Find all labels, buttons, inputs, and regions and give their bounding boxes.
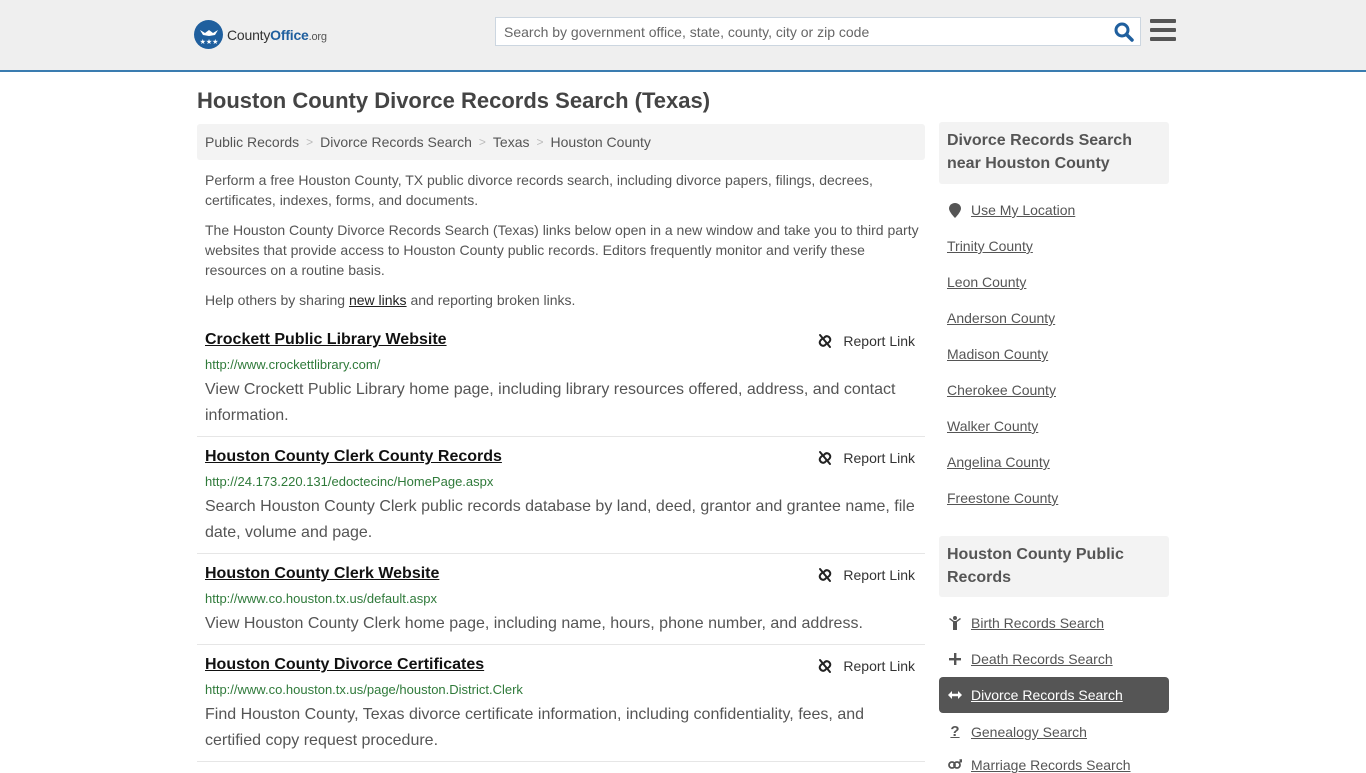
map-pin-icon (947, 202, 963, 218)
intro-paragraph-1: Perform a free Houston County, TX public… (205, 172, 873, 208)
search-icon (1114, 22, 1134, 42)
new-links-link[interactable]: new links (349, 292, 407, 308)
result-url: http://24.173.220.131/edoctecinc/HomePag… (205, 474, 494, 489)
logo-wordmark: CountyOffice.org (227, 26, 327, 43)
sidebar-item-divorce-records[interactable]: Divorce Records Search (947, 687, 1123, 703)
result-title-link[interactable]: Crockett Public Library Website (205, 331, 447, 349)
nearby-county-link[interactable]: Leon County (947, 274, 1026, 290)
result-item: Crockett Public Library Website Report L… (197, 331, 925, 437)
sidebar-item-marriage-records[interactable]: Marriage Records Search (947, 757, 1131, 773)
nearby-county-link[interactable]: Angelina County (947, 454, 1050, 470)
question-icon: ? (950, 723, 960, 740)
result-item: Houston County Divorce Certificates Repo… (197, 656, 925, 762)
site-header: ★★★ CountyOffice.org (0, 0, 1366, 72)
result-title-link[interactable]: Houston County Clerk County Records (205, 448, 502, 466)
breadcrumb-texas[interactable]: Texas (493, 134, 530, 150)
report-link-button[interactable]: Report Link (817, 450, 915, 466)
breadcrumb-separator: > (306, 135, 314, 149)
result-url: http://www.crockettlibrary.com/ (205, 357, 381, 372)
sidebar-item-death-records[interactable]: Death Records Search (947, 651, 1113, 667)
site-logo[interactable]: ★★★ CountyOffice.org (194, 20, 327, 49)
result-description: View Crockett Public Library home page, … (205, 381, 896, 424)
page-title: Houston County Divorce Records Search (T… (197, 88, 711, 113)
report-link-button[interactable]: Report Link (817, 333, 915, 349)
broken-link-icon (819, 451, 832, 465)
report-link-button[interactable]: Report Link (817, 567, 915, 583)
hamburger-menu-icon (1150, 19, 1176, 23)
nearby-county-link[interactable]: Madison County (947, 346, 1048, 362)
nearby-county-link[interactable]: Freestone County (947, 490, 1058, 506)
result-description: Search Houston County Clerk public recor… (205, 498, 915, 541)
result-description: Find Houston County, Texas divorce certi… (205, 706, 865, 749)
report-link-button[interactable]: Report Link (817, 658, 915, 674)
search-input[interactable] (496, 18, 1096, 45)
search-button[interactable] (1114, 22, 1134, 42)
public-records-heading: Houston County Public Records (939, 536, 1169, 597)
sidebar-item-genealogy[interactable]: ? Genealogy Search (947, 723, 1087, 740)
breadcrumb-divorce-records-search[interactable]: Divorce Records Search (320, 134, 472, 150)
result-description: View Houston County Clerk home page, inc… (205, 615, 863, 632)
breadcrumb-separator: > (478, 135, 486, 149)
sidebar-item-birth-records[interactable]: Birth Records Search (947, 615, 1104, 631)
breadcrumb-houston-county[interactable]: Houston County (551, 134, 651, 150)
eagle-logo-icon: ★★★ (194, 20, 223, 49)
broken-link-icon (819, 334, 832, 348)
result-title-link[interactable]: Houston County Divorce Certificates (205, 656, 484, 674)
nearby-heading: Divorce Records Search near Houston Coun… (939, 122, 1169, 184)
cross-icon (947, 653, 963, 665)
nearby-county-link[interactable]: Trinity County (947, 238, 1033, 254)
svg-text:★★★: ★★★ (199, 38, 218, 46)
result-item: Houston County Clerk County Records Repo… (197, 448, 925, 554)
result-url: http://www.co.houston.tx.us/page/houston… (205, 682, 523, 697)
search-bar (495, 17, 1141, 46)
result-item: Houston County Clerk Website Report Link… (197, 565, 925, 645)
menu-button[interactable] (1150, 19, 1176, 43)
breadcrumb: Public Records > Divorce Records Search … (197, 124, 925, 160)
breadcrumb-separator: > (536, 135, 544, 149)
breadcrumb-public-records[interactable]: Public Records (205, 134, 299, 150)
child-icon (947, 616, 963, 630)
result-title-link[interactable]: Houston County Clerk Website (205, 565, 439, 583)
nearby-county-link[interactable]: Walker County (947, 418, 1038, 434)
gender-icon (947, 759, 963, 771)
intro-paragraph-3: Help others by sharing new links and rep… (205, 292, 576, 308)
result-url: http://www.co.houston.tx.us/default.aspx (205, 591, 437, 606)
intro-paragraph-2: The Houston County Divorce Records Searc… (205, 222, 919, 278)
arrows-horizontal-icon (947, 690, 963, 700)
nearby-county-link[interactable]: Anderson County (947, 310, 1055, 326)
use-my-location-link[interactable]: Use My Location (947, 202, 1075, 218)
nearby-county-link[interactable]: Cherokee County (947, 382, 1056, 398)
broken-link-icon (819, 568, 832, 582)
broken-link-icon (819, 659, 832, 673)
